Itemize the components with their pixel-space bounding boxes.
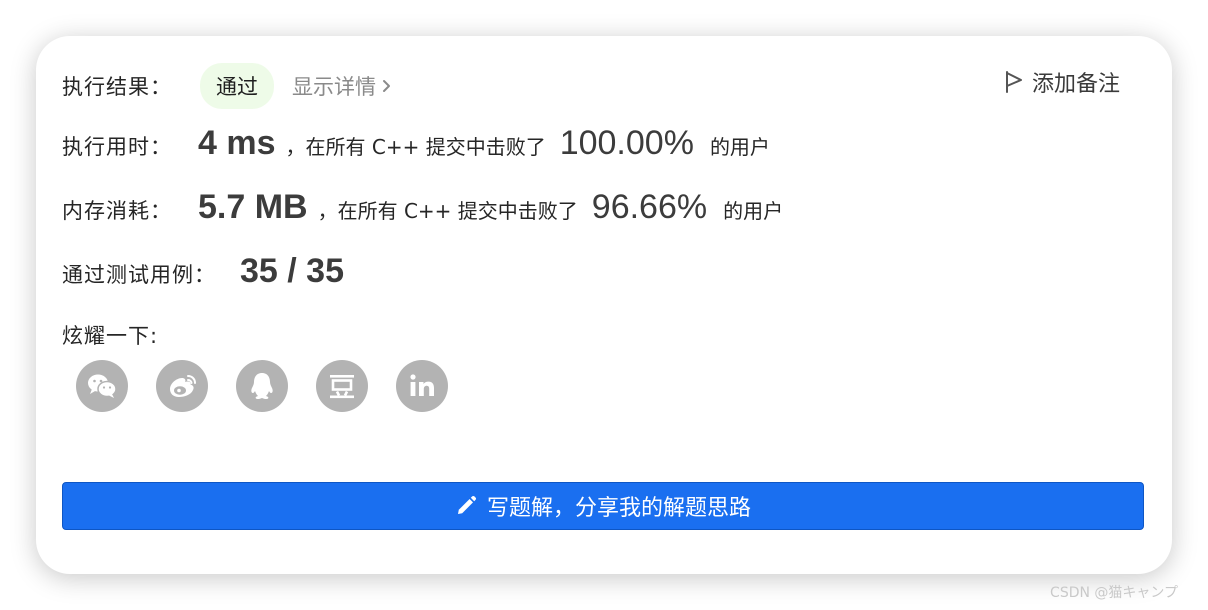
add-note-button[interactable]: 添加备注 <box>1004 66 1120 98</box>
share-linkedin-button[interactable] <box>396 360 448 412</box>
memory-middle-text: ，在所有 C++ 提交中击败了 <box>317 199 578 223</box>
runtime-middle-text: ，在所有 C++ 提交中击败了 <box>285 135 546 159</box>
result-label: 执行结果： <box>62 75 172 99</box>
status-badge: 通过 <box>200 63 274 109</box>
linkedin-icon <box>410 374 434 396</box>
show-details-label: 显示详情 <box>292 75 376 99</box>
write-solution-button[interactable]: 写题解，分享我的解题思路 <box>62 482 1144 530</box>
watermark: CSDN @猫キャンプ <box>1050 585 1178 601</box>
runtime-row: 执行用时： 4 ms ，在所有 C++ 提交中击败了 100.00% 的用户 <box>62 124 770 163</box>
share-label: 炫耀一下: <box>62 324 159 348</box>
flag-icon <box>1005 71 1022 93</box>
page: 执行结果： 通过 显示详情 添加备注 执行用时： 4 ms ，在所有 C++ 提… <box>0 0 1208 610</box>
pencil-icon <box>457 495 477 514</box>
add-note-label: 添加备注 <box>1031 72 1120 97</box>
share-douban-button[interactable] <box>316 360 368 412</box>
write-solution-label: 写题解，分享我的解题思路 <box>486 496 751 521</box>
runtime-suffix: 的用户 <box>709 135 770 159</box>
tests-row: 通过测试用例： 35 / 35 <box>62 252 344 291</box>
weibo-icon <box>170 375 196 397</box>
result-row: 执行结果： 通过 显示详情 <box>62 63 392 109</box>
share-buttons <box>76 360 476 412</box>
qq-icon <box>251 373 273 400</box>
memory-row: 内存消耗： 5.7 MB ，在所有 C++ 提交中击败了 96.66% 的用户 <box>62 188 783 227</box>
runtime-value: 4 ms <box>198 124 276 162</box>
chevron-right-icon <box>383 80 390 92</box>
memory-percent: 96.66% <box>591 188 708 226</box>
runtime-percent: 100.00% <box>559 124 694 162</box>
share-wechat-button[interactable] <box>76 360 128 412</box>
show-details-link[interactable]: 显示详情 <box>292 71 392 101</box>
tests-value: 35 / 35 <box>240 252 344 290</box>
runtime-label: 执行用时： <box>62 135 172 159</box>
submission-result-card: 执行结果： 通过 显示详情 添加备注 执行用时： 4 ms ，在所有 C++ 提… <box>36 36 1172 574</box>
share-qq-button[interactable] <box>236 360 288 412</box>
share-weibo-button[interactable] <box>156 360 208 412</box>
tests-label: 通过测试用例： <box>62 263 216 287</box>
share-row-label: 炫耀一下: <box>62 320 158 350</box>
memory-value: 5.7 MB <box>198 188 308 226</box>
douban-icon <box>330 375 354 399</box>
memory-label: 内存消耗： <box>62 199 172 223</box>
wechat-icon <box>88 374 117 398</box>
memory-suffix: 的用户 <box>723 199 784 223</box>
